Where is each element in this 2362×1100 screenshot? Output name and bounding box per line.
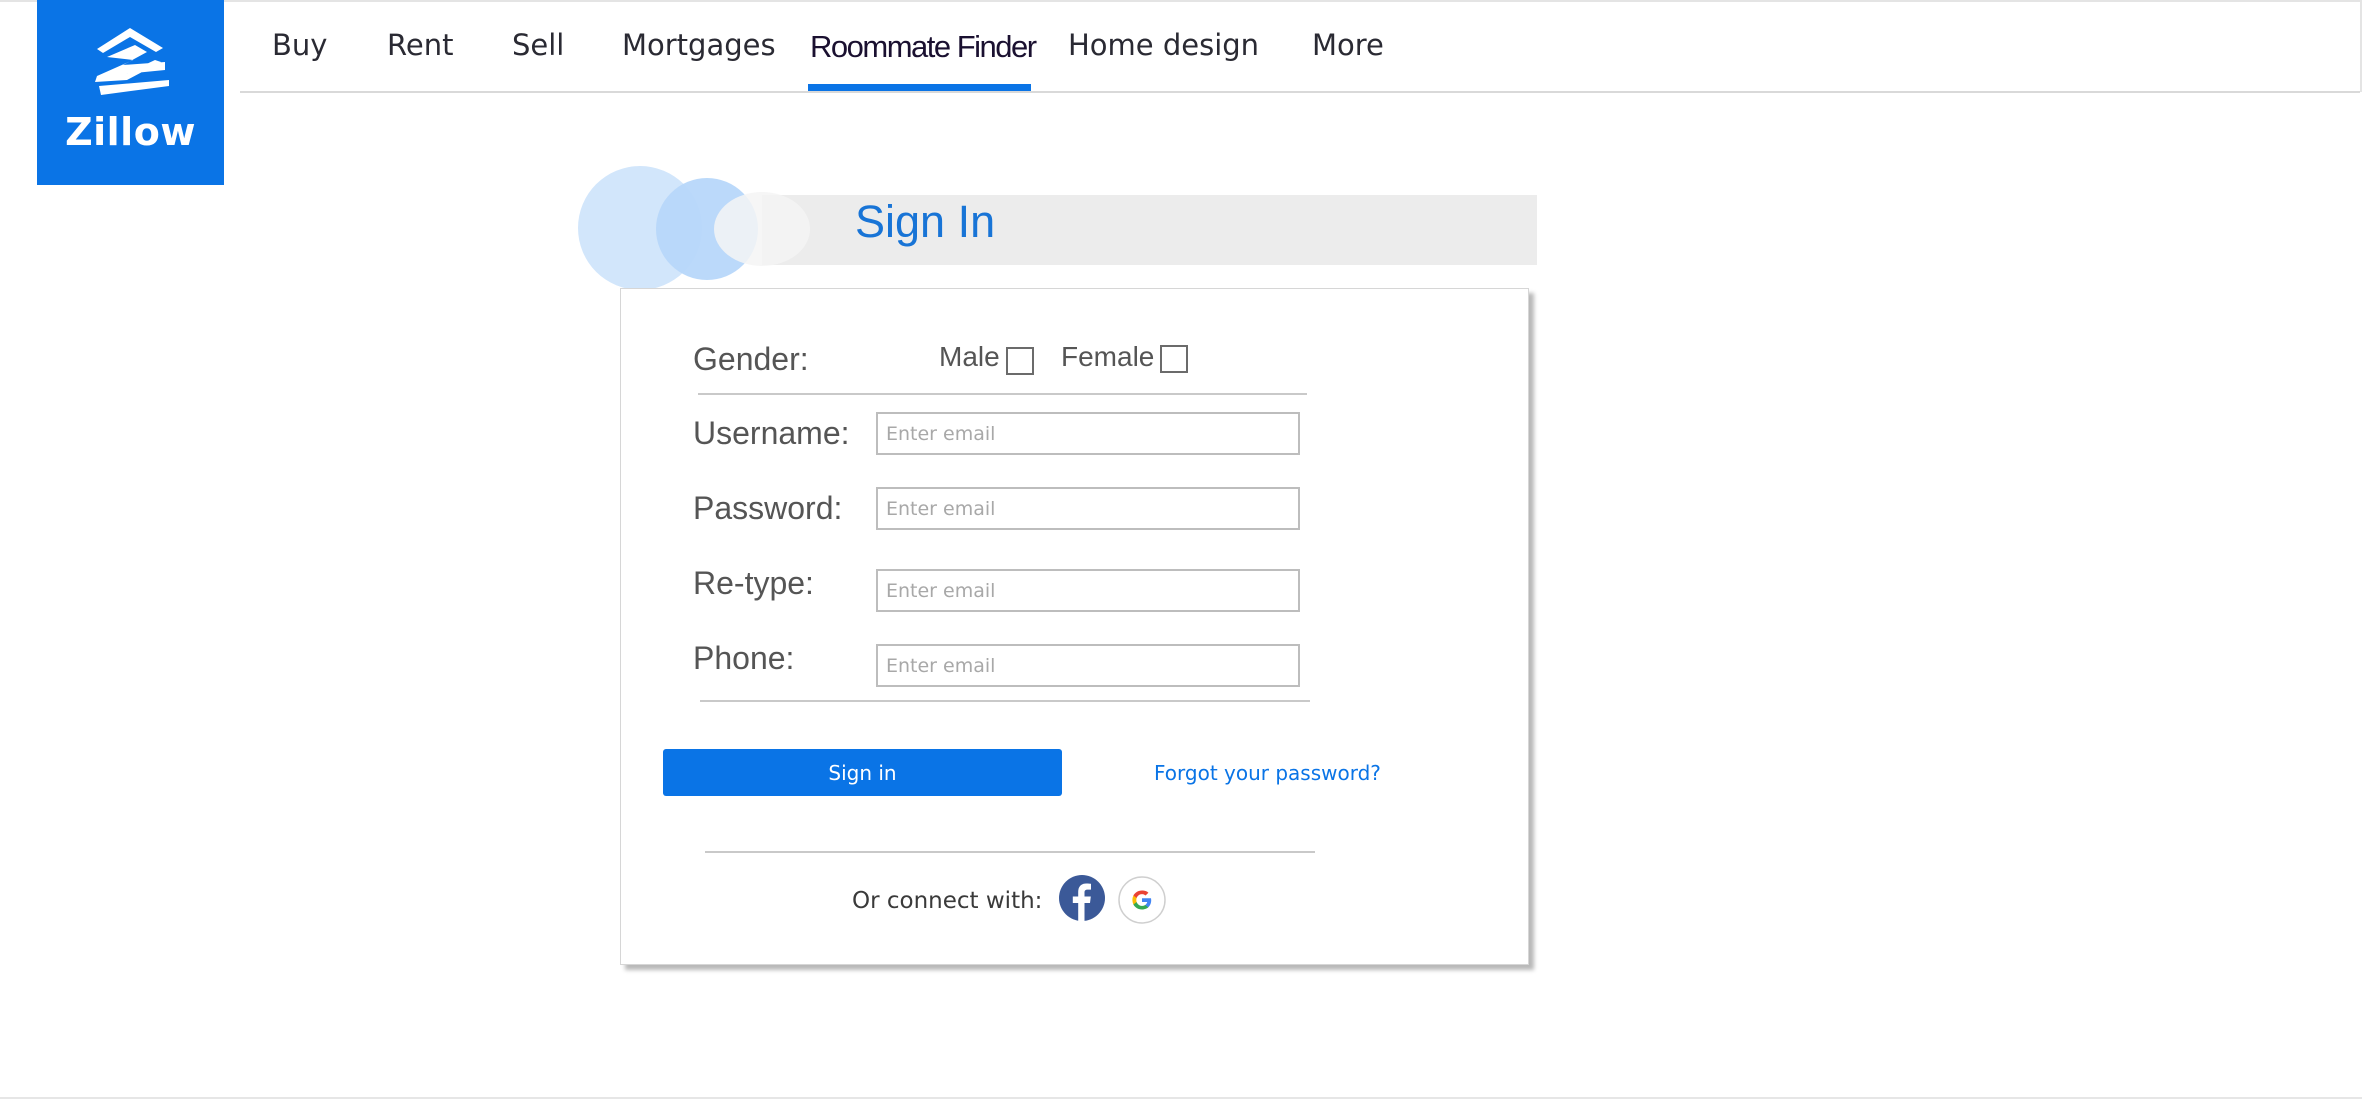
- password-label: Password:: [693, 490, 843, 526]
- nav-item-home-design[interactable]: Home design: [1068, 28, 1259, 62]
- logo-text: Zillow: [65, 110, 196, 154]
- page: Zillow Buy Rent Sell Mortgages Roommate …: [0, 0, 2362, 1100]
- facebook-icon[interactable]: [1059, 875, 1105, 921]
- google-icon[interactable]: [1118, 876, 1166, 924]
- nav-divider: [240, 91, 2360, 93]
- retype-input[interactable]: [876, 569, 1300, 612]
- sign-in-card: [620, 288, 1529, 965]
- phone-label: Phone:: [693, 640, 795, 676]
- fields-divider: [700, 700, 1310, 702]
- top-border: [0, 0, 2362, 2]
- gender-divider: [698, 393, 1307, 395]
- male-checkbox[interactable]: [1006, 347, 1034, 375]
- retype-label: Re-type:: [693, 565, 814, 601]
- zillow-logo[interactable]: Zillow: [37, 0, 224, 185]
- sign-in-title: Sign In: [855, 196, 996, 247]
- gender-label: Gender:: [693, 341, 809, 377]
- connect-label: Or connect with:: [852, 888, 1043, 914]
- sign-in-button[interactable]: Sign in: [663, 749, 1062, 796]
- nav-item-mortgages[interactable]: Mortgages: [622, 28, 776, 62]
- bottom-border: [0, 1097, 2362, 1099]
- male-label: Male: [939, 341, 1000, 372]
- female-label: Female: [1061, 341, 1155, 372]
- nav-active-indicator: [808, 84, 1031, 91]
- username-label: Username:: [693, 415, 850, 451]
- nav-item-sell[interactable]: Sell: [512, 28, 564, 62]
- username-input[interactable]: [876, 412, 1300, 455]
- phone-input[interactable]: [876, 644, 1300, 687]
- female-checkbox[interactable]: [1160, 345, 1188, 373]
- decor-circle-light: [714, 192, 810, 266]
- zillow-z-icon: [95, 28, 169, 95]
- password-input[interactable]: [876, 487, 1300, 530]
- forgot-password-link[interactable]: Forgot your password?: [1154, 761, 1381, 785]
- nav-item-buy[interactable]: Buy: [272, 28, 327, 62]
- nav-item-more[interactable]: More: [1312, 28, 1384, 62]
- connect-divider: [705, 851, 1315, 853]
- nav-item-rent[interactable]: Rent: [387, 28, 453, 62]
- nav-item-roommate-finder[interactable]: Roommate Finder: [810, 29, 1037, 65]
